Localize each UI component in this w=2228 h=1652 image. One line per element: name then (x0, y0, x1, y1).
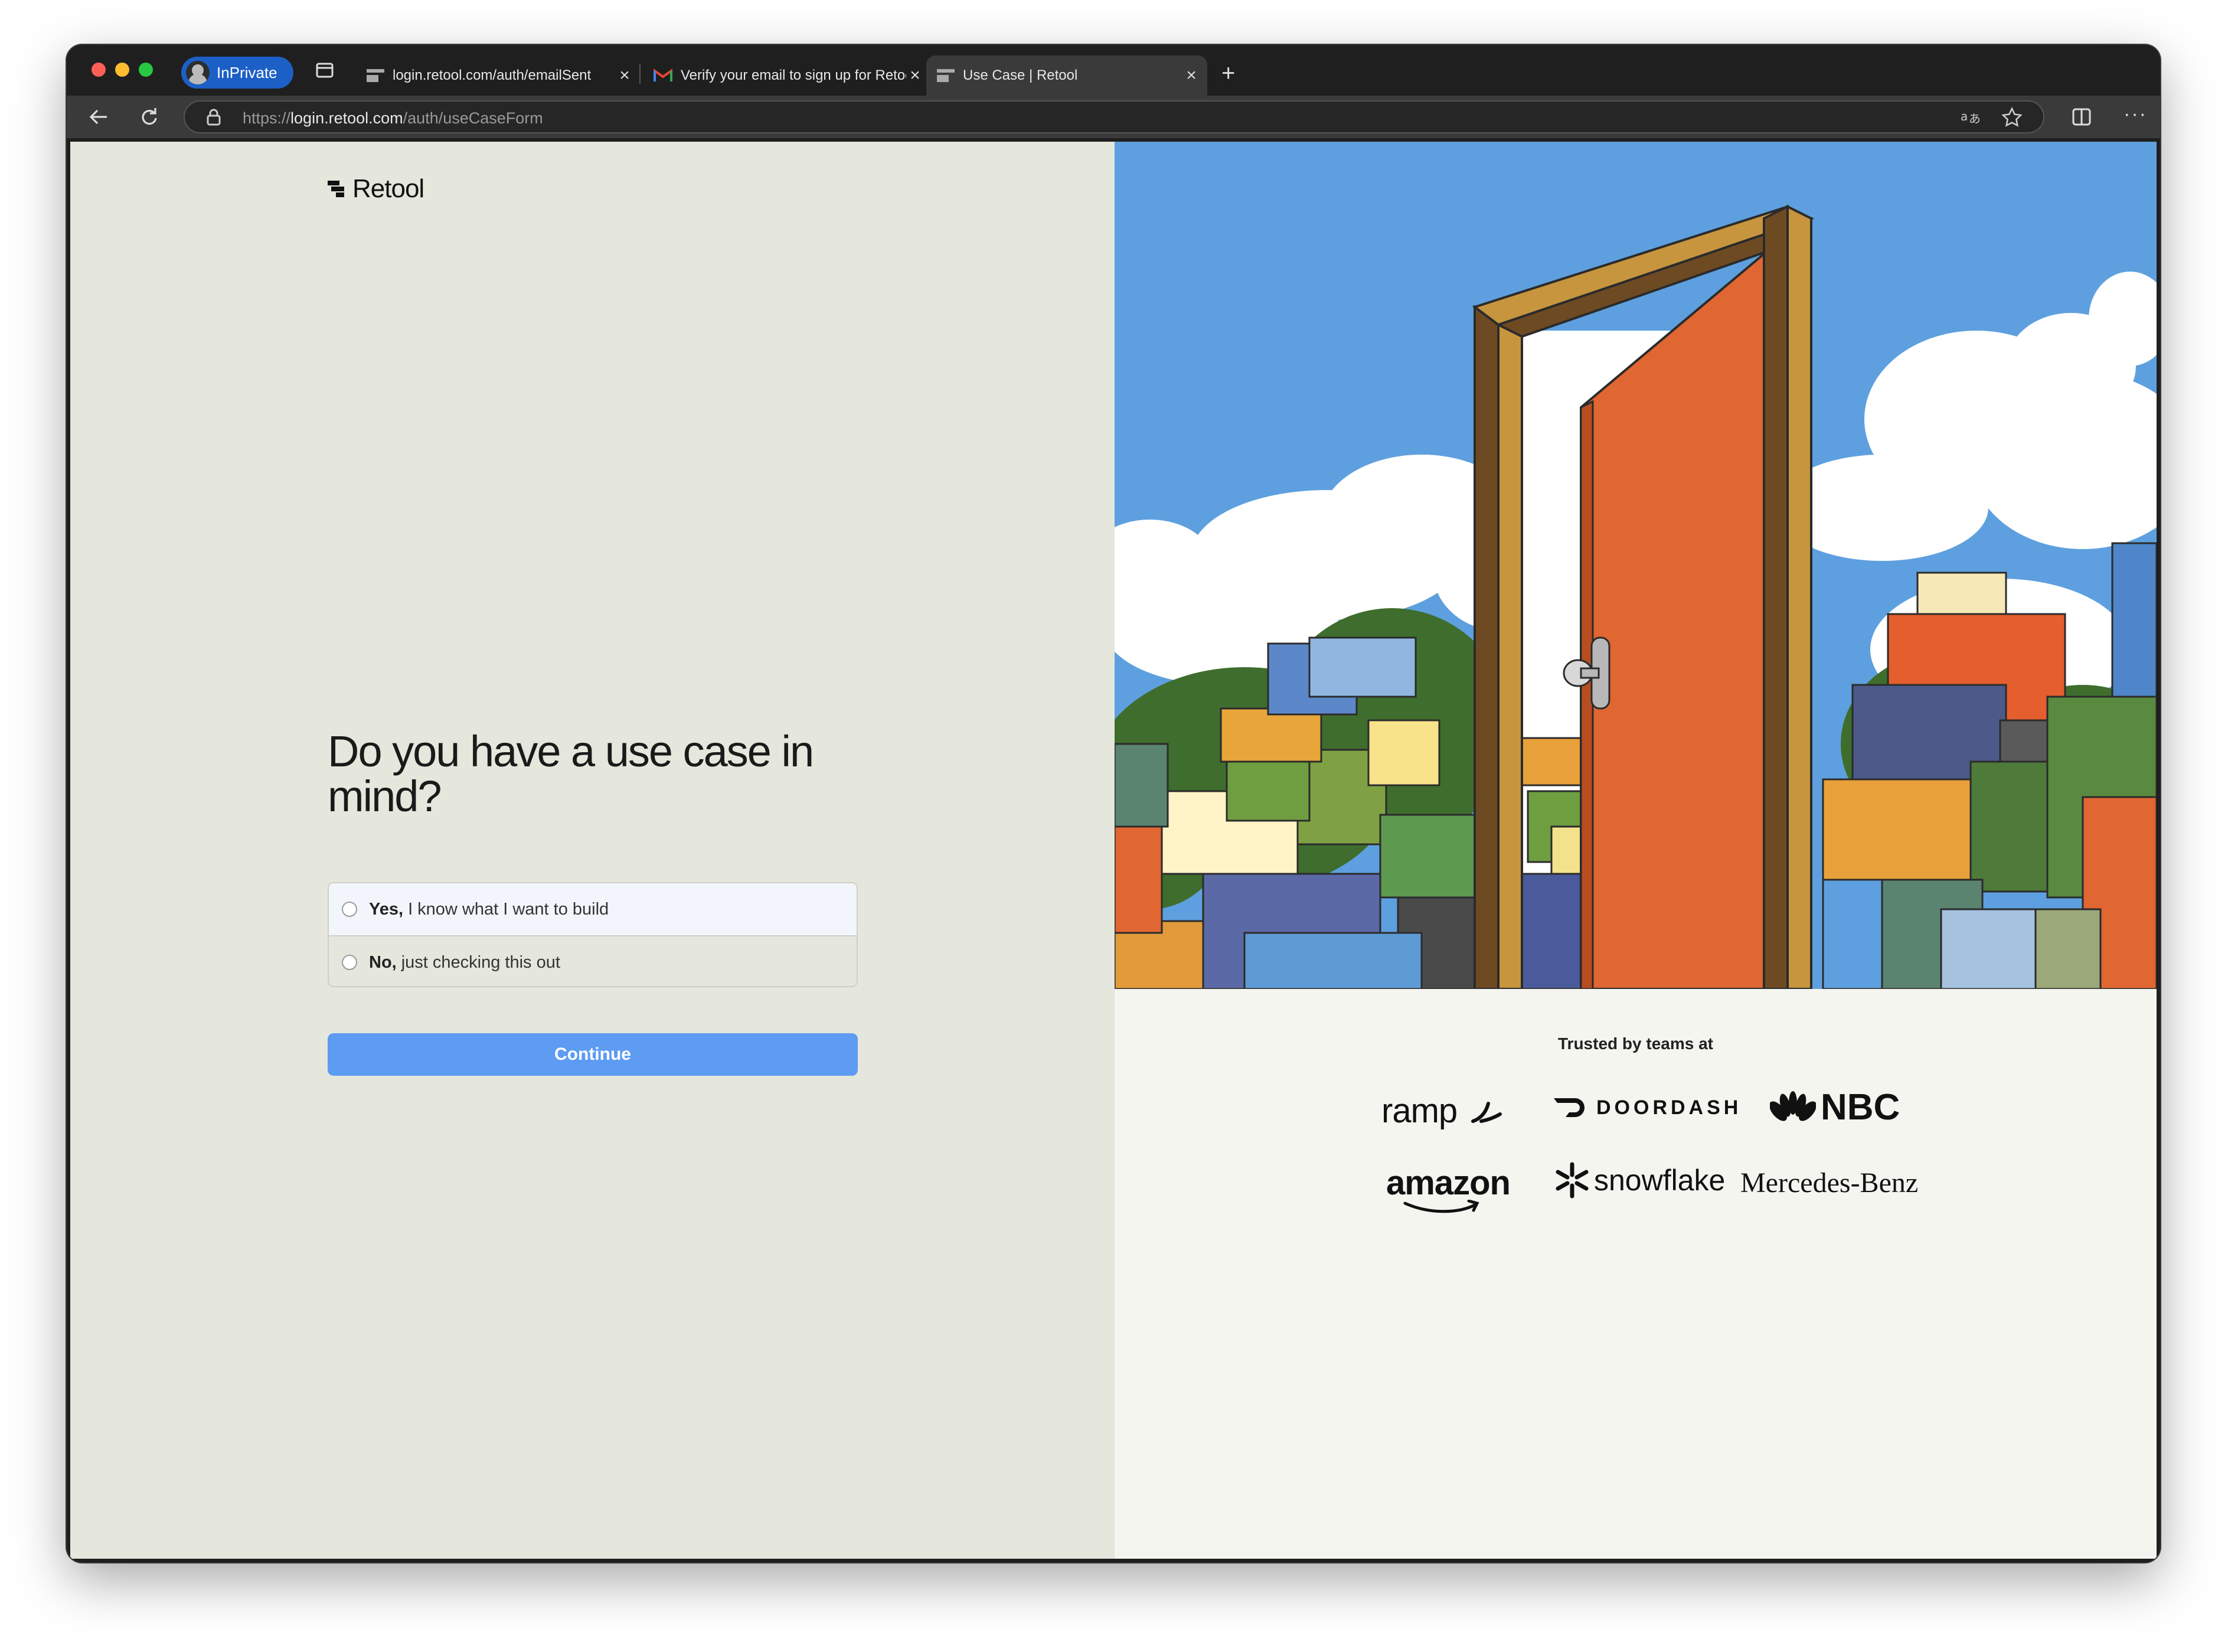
page-icon (937, 69, 955, 82)
svg-text:あ: あ (1969, 112, 1981, 126)
back-arrow-icon[interactable] (87, 105, 110, 132)
option-yes-bold: Yes, (369, 899, 404, 919)
mercedes-benz-logo: Mercedes-Benz (1740, 1167, 1919, 1199)
new-tab-icon[interactable]: + (1221, 61, 1235, 85)
refresh-icon[interactable] (138, 105, 161, 132)
amazon-logo: amazon (1386, 1163, 1511, 1213)
option-yes-text: I know what I want to build (408, 899, 609, 919)
page-icon (367, 69, 384, 82)
ramp-logo: ramp (1381, 1091, 1502, 1131)
close-tab-icon[interactable]: × (906, 66, 924, 86)
tab-title: Verify your email to sign up for Retool (681, 67, 906, 83)
door-illustration (1115, 142, 2157, 989)
maximize-window-button[interactable] (139, 63, 153, 77)
close-window-button[interactable] (92, 63, 106, 77)
trusted-label: Trusted by teams at (1558, 1034, 1713, 1053)
radio-yes[interactable] (342, 902, 357, 917)
inprivate-label: InPrivate (217, 63, 277, 81)
close-tab-icon[interactable]: × (616, 66, 633, 86)
use-case-options: Yes, I know what I want to build No, jus… (328, 882, 858, 987)
retool-logo[interactable]: Retool (328, 174, 424, 204)
tab-email-sent[interactable]: login.retool.com/auth/emailSent × (356, 55, 633, 96)
snowflake-logo: snowflake (1553, 1161, 1725, 1200)
translate-icon[interactable]: aあ (1961, 107, 1982, 130)
option-no[interactable]: No, just checking this out (329, 936, 857, 986)
toolbar: https://login.retool.com/auth/useCaseFor… (67, 96, 2160, 138)
inprivate-badge[interactable]: InPrivate (181, 57, 293, 89)
snowflake-logo-icon (1556, 1162, 1589, 1199)
address-bar[interactable]: https://login.retool.com/auth/useCaseFor… (184, 100, 2044, 133)
nbc-logo: NBC (1770, 1086, 1900, 1128)
doordash-logo: DOORDASH (1553, 1096, 1742, 1119)
close-tab-icon[interactable]: × (1182, 66, 1200, 86)
page-heading: Do you have a use case in mind? (328, 727, 814, 821)
tab-verify-email[interactable]: Verify your email to sign up for Retool … (646, 55, 924, 96)
retool-logo-icon (328, 179, 344, 198)
doordash-logo-icon (1554, 1098, 1585, 1117)
logo-text: Retool (352, 174, 424, 203)
marketing-panel: Trusted by teams at ramp DOORDASH NBC am… (1115, 142, 2157, 1559)
option-yes[interactable]: Yes, I know what I want to build (329, 883, 857, 936)
browser-window: InPrivate login.retool.com/auth/emailSen… (67, 45, 2160, 1562)
tab-title: login.retool.com/auth/emailSent (393, 67, 592, 83)
tab-actions-icon[interactable] (315, 60, 335, 84)
form-panel: Retool Do you have a use case in mind? Y… (70, 142, 1115, 1559)
radio-no[interactable] (342, 955, 357, 970)
continue-button[interactable]: Continue (328, 1033, 858, 1076)
svg-text:a: a (1961, 109, 1968, 123)
favorite-star-icon[interactable] (2001, 106, 2023, 132)
url-text[interactable]: https://login.retool.com/auth/useCaseFor… (243, 109, 543, 128)
nbc-peacock-icon (1770, 1091, 1816, 1121)
amazon-smile-icon (1403, 1200, 1479, 1213)
tab-strip: InPrivate login.retool.com/auth/emailSen… (67, 45, 2160, 96)
page-content: Retool Do you have a use case in mind? Y… (70, 142, 2157, 1559)
tab-use-case[interactable]: Use Case | Retool × (926, 55, 1207, 96)
option-no-bold: No, (369, 952, 397, 972)
tab-separator (639, 64, 641, 84)
split-screen-icon[interactable] (2070, 106, 2093, 131)
option-no-text: just checking this out (401, 952, 560, 972)
profile-avatar-icon (186, 61, 210, 84)
gmail-icon (654, 68, 672, 83)
more-menu-icon[interactable]: ··· (2124, 104, 2147, 124)
ramp-logo-icon (1471, 1102, 1502, 1123)
lock-icon[interactable] (205, 108, 223, 130)
tab-title: Use Case | Retool (963, 67, 1078, 83)
minimize-window-button[interactable] (115, 63, 129, 77)
